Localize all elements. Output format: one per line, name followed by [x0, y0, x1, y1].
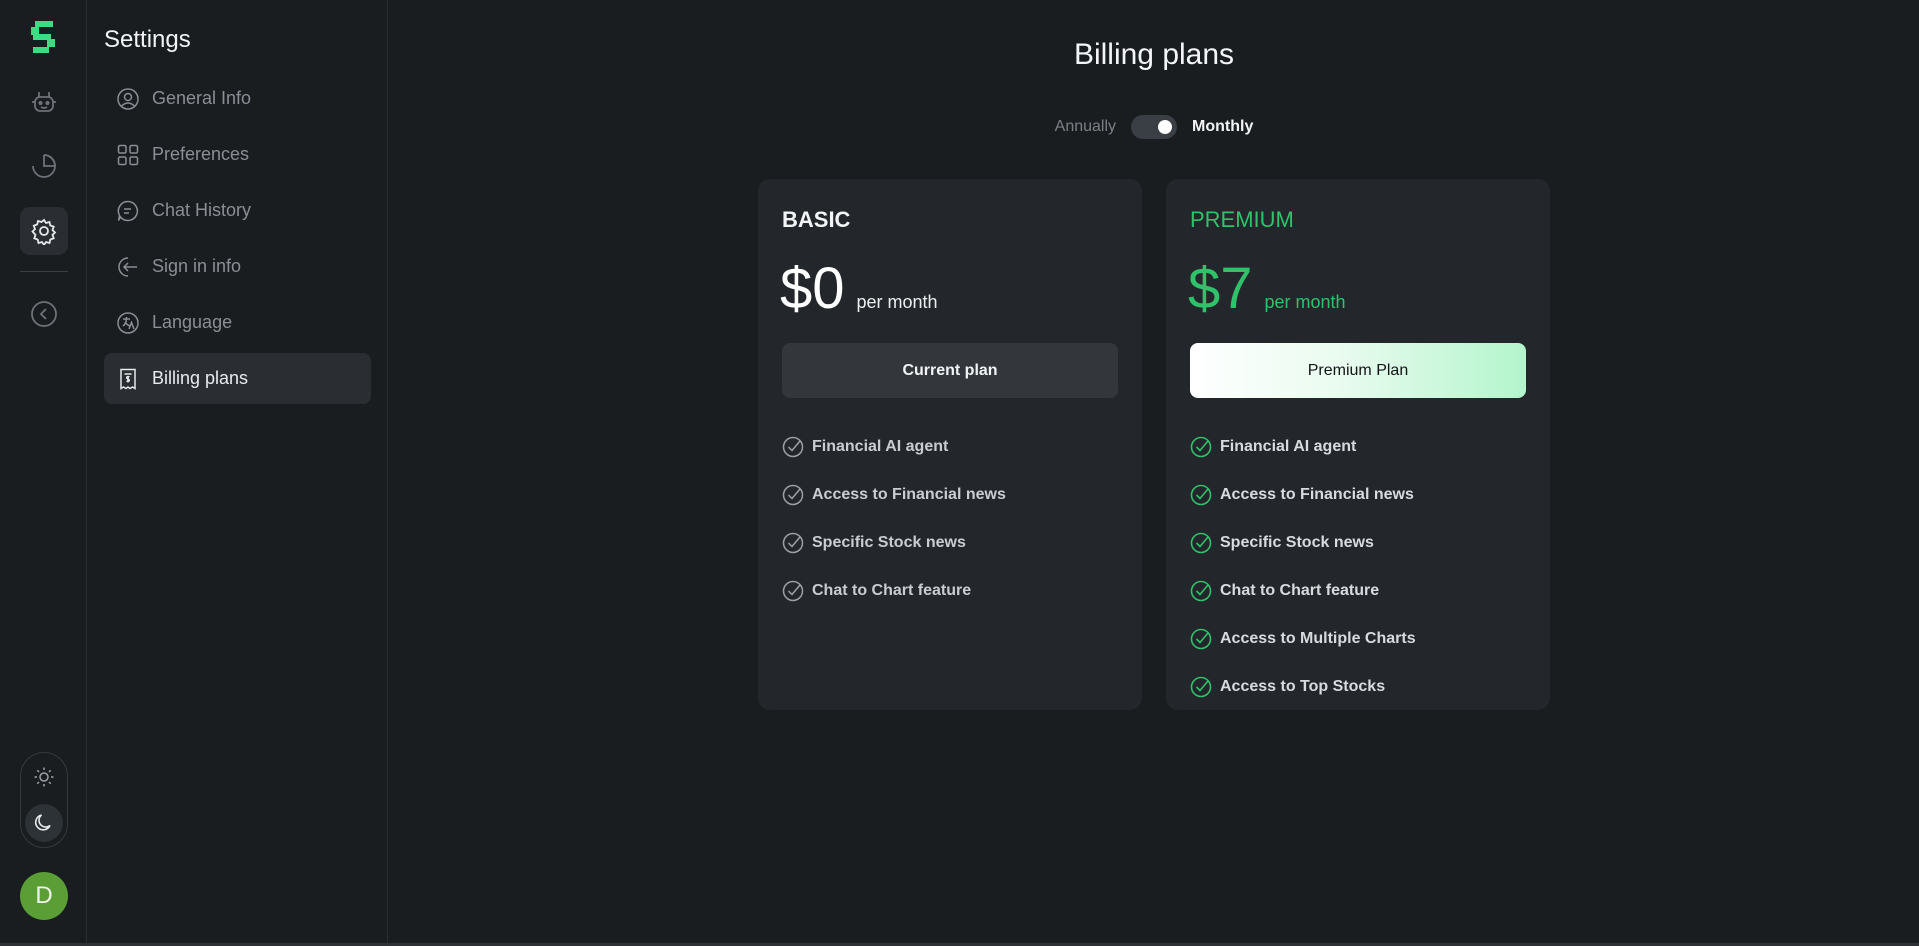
switch-knob [1158, 120, 1173, 134]
feature-label: Specific Stock news [812, 534, 966, 551]
icon-rail: D [0, 0, 87, 946]
check-circle-icon [1190, 580, 1212, 602]
robot-icon[interactable] [20, 78, 68, 126]
rail-divider [20, 271, 68, 272]
app-logo[interactable] [29, 21, 57, 53]
billing-period-switch[interactable] [1131, 115, 1178, 139]
feature-label: Chat to Chart feature [812, 582, 972, 599]
main-content: Billing plans Annually Monthly BASIC $0 … [389, 0, 1919, 946]
theme-toggle[interactable] [20, 752, 68, 848]
chevron-left-icon[interactable] [20, 290, 68, 338]
sidebar-item-preferences[interactable]: Preferences [104, 129, 371, 180]
feature-item: Access to Financial news [782, 471, 1006, 519]
page-title: Billing plans [1073, 38, 1235, 71]
check-circle-icon [782, 580, 804, 602]
feature-label: Specific Stock news [1220, 534, 1374, 551]
plan-card-premium: PREMIUM $7 per month Premium Plan Financ… [1166, 179, 1550, 710]
check-circle-icon [1190, 628, 1212, 650]
premium-plan-button[interactable]: Premium Plan [1190, 343, 1526, 398]
sidebar-item-label: Sign in info [152, 256, 242, 276]
feature-label: Access to Financial news [812, 486, 1006, 503]
check-circle-icon [782, 436, 804, 458]
feature-item: Chat to Chart feature [1190, 567, 1416, 615]
plan-price-period: per month [856, 292, 938, 312]
sidebar-item-label: Billing plans [152, 368, 249, 388]
chat-bubble-icon [116, 199, 140, 223]
billing-period-toggle: Annually Monthly [389, 112, 1919, 142]
plan-name: BASIC [782, 207, 851, 232]
plan-price-period: per month [1264, 292, 1346, 312]
sidebar-item-label: Language [152, 312, 233, 332]
check-circle-icon [782, 484, 804, 506]
avatar[interactable]: D [20, 872, 68, 920]
feature-label: Access to Multiple Charts [1220, 630, 1416, 647]
check-circle-icon [1190, 484, 1212, 506]
grid-icon [116, 143, 140, 167]
feature-item: Specific Stock news [782, 519, 1006, 567]
sidebar-item-label: Chat History [152, 200, 252, 220]
feature-label: Chat to Chart feature [1220, 582, 1380, 599]
moon-icon[interactable] [25, 804, 63, 842]
feature-label: Financial AI agent [1220, 438, 1357, 455]
check-circle-icon [1190, 676, 1212, 698]
feature-item: Chat to Chart feature [782, 567, 1006, 615]
sign-in-icon [116, 255, 140, 279]
current-plan-button[interactable]: Current plan [782, 343, 1118, 398]
feature-item: Access to Multiple Charts [1190, 615, 1416, 663]
sidebar-item-sign-in-info[interactable]: Sign in info [104, 241, 371, 292]
settings-title: Settings [104, 26, 191, 53]
plan-price: $7 per month [1188, 260, 1346, 318]
sidebar-item-label: General Info [152, 88, 252, 108]
feature-label: Access to Top Stocks [1220, 678, 1386, 695]
plan-price: $0 per month [780, 260, 938, 318]
feature-label: Access to Financial news [1220, 486, 1414, 503]
sidebar-item-label: Preferences [152, 144, 250, 164]
feature-item: Financial AI agent [782, 423, 1006, 471]
feature-label: Financial AI agent [812, 438, 949, 455]
sidebar-item-chat-history[interactable]: Chat History [104, 185, 371, 236]
sidebar-item-general-info[interactable]: General Info [104, 73, 371, 124]
feature-list: Financial AI agent Access to Financial n… [782, 423, 1006, 615]
check-circle-icon [1190, 436, 1212, 458]
plan-card-basic: BASIC $0 per month Current plan Financia… [758, 179, 1142, 710]
sun-icon[interactable] [25, 758, 63, 796]
feature-list: Financial AI agent Access to Financial n… [1190, 423, 1416, 711]
sidebar-item-language[interactable]: Language [104, 297, 371, 348]
plan-name: PREMIUM [1190, 207, 1294, 232]
sidebar-item-billing-plans[interactable]: Billing plans [104, 353, 371, 404]
translate-icon [116, 311, 140, 335]
check-circle-icon [782, 532, 804, 554]
settings-sidebar: Settings General Info Preferences Chat H… [88, 0, 388, 946]
feature-item: Specific Stock news [1190, 519, 1416, 567]
pie-chart-icon[interactable] [20, 142, 68, 190]
feature-item: Access to Top Stocks [1190, 663, 1416, 711]
receipt-icon [116, 367, 140, 391]
gear-icon[interactable] [20, 207, 68, 255]
feature-item: Access to Financial news [1190, 471, 1416, 519]
feature-item: Financial AI agent [1190, 423, 1416, 471]
user-circle-icon [116, 87, 140, 111]
plan-price-amount: $7 [1188, 256, 1253, 321]
monthly-label[interactable]: Monthly [1192, 118, 1253, 136]
check-circle-icon [1190, 532, 1212, 554]
annually-label[interactable]: Annually [1055, 118, 1116, 136]
plan-price-amount: $0 [780, 256, 845, 321]
